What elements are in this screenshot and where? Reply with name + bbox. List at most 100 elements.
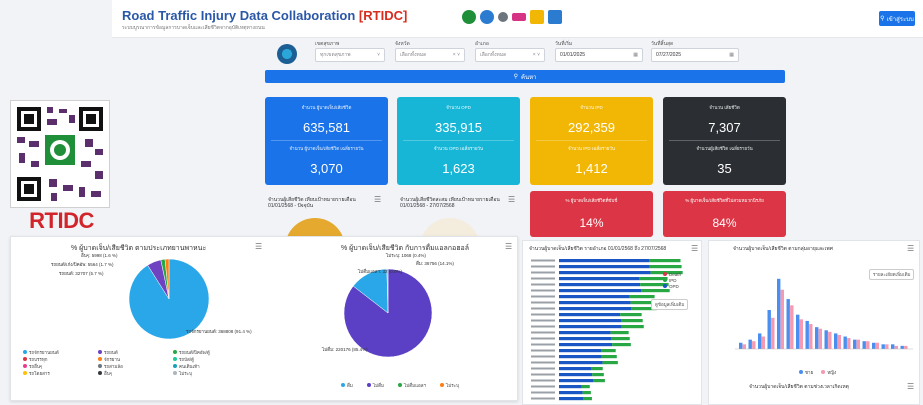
age-bar-male[interactable] (739, 342, 743, 349)
district-bar-ipd[interactable] (581, 385, 590, 389)
district-bar[interactable] (559, 367, 592, 371)
age-bar-male[interactable] (748, 339, 752, 349)
more-info-button[interactable]: ดูข้อมูลเพิ่มเติม (651, 299, 689, 310)
age-bar-male[interactable] (843, 336, 847, 349)
district-bar[interactable] (559, 343, 613, 347)
age-bar-male[interactable] (767, 310, 771, 349)
age-bar-male[interactable] (805, 320, 809, 349)
district-bar-ipd[interactable] (602, 361, 618, 365)
district-bar-ipd[interactable] (582, 391, 591, 395)
age-bar-female[interactable] (904, 345, 908, 349)
district-bar[interactable] (559, 325, 622, 329)
district-bar[interactable] (559, 355, 602, 359)
district-bar-ipd[interactable] (601, 355, 617, 359)
legend-item[interactable]: รถโดยสาร (23, 370, 98, 376)
menu-icon[interactable]: ☰ (508, 195, 515, 204)
district-bar[interactable] (559, 379, 593, 383)
age-bar-female[interactable] (742, 344, 746, 349)
district-bar-ipd[interactable] (591, 367, 603, 371)
age-bar-male[interactable] (786, 299, 790, 349)
district-bar-ipd[interactable] (612, 343, 631, 347)
district-bar[interactable] (559, 319, 621, 323)
age-bar-female[interactable] (837, 334, 841, 349)
district-bar-ipd[interactable] (593, 379, 605, 383)
district-bar-ipd[interactable] (621, 325, 644, 329)
age-bar-female[interactable] (847, 338, 851, 349)
district-bar[interactable] (559, 259, 649, 263)
menu-icon[interactable]: ☰ (255, 242, 262, 251)
district-bar-ipd[interactable] (620, 313, 642, 317)
district-bar-ipd[interactable] (629, 295, 655, 299)
legend-item[interactable]: ไม่ดื่ม (366, 382, 384, 388)
menu-icon[interactable]: ☰ (907, 244, 914, 253)
filter-end-date[interactable]: วันที่สิ้นสุด 07/27/2025 ▦ (651, 40, 739, 62)
age-bar-female[interactable] (752, 341, 756, 349)
legend-item[interactable]: ไม่ระบุ (440, 382, 459, 388)
district-bar[interactable] (559, 277, 640, 281)
district-bar[interactable] (559, 385, 582, 389)
district-bar[interactable] (559, 271, 651, 275)
age-bar-male[interactable] (881, 344, 885, 349)
age-bar-male[interactable] (900, 345, 904, 349)
age-bar-male[interactable] (758, 333, 762, 349)
district-bar[interactable] (559, 313, 621, 317)
qr-code[interactable] (10, 100, 110, 208)
legend-item[interactable]: ไม่ดื่มแอลฯ (398, 382, 426, 388)
legend-item[interactable]: ไม่ระบุ (173, 370, 263, 376)
district-bar[interactable] (559, 301, 631, 305)
district-bar-ipd[interactable] (583, 397, 592, 401)
legend-item[interactable]: จักรยาน (98, 356, 173, 362)
search-button[interactable]: ⚲ ค้นหา (265, 70, 785, 83)
age-bar-male[interactable] (777, 278, 781, 349)
district-bar-ipd[interactable] (641, 289, 670, 293)
district-bar-ipd[interactable] (649, 265, 682, 269)
age-bar-female[interactable] (885, 344, 889, 349)
age-bar-female[interactable] (780, 289, 784, 349)
filter-health-region[interactable]: เขตสุขภาพ ทุกเขตสุขภาพ ˅ (315, 40, 385, 62)
legend-item[interactable]: รถจักรยานยนต์ (23, 349, 98, 355)
age-bar-male[interactable] (815, 327, 819, 349)
age-bar-female[interactable] (894, 345, 898, 349)
legend-item[interactable]: อื่นๆ (98, 370, 173, 376)
district-bar[interactable] (559, 331, 611, 335)
district-bar-ipd[interactable] (601, 349, 616, 353)
district-bar[interactable] (559, 397, 584, 401)
age-bar-female[interactable] (771, 317, 775, 349)
age-bar-female[interactable] (875, 342, 879, 349)
age-bar-female[interactable] (818, 328, 822, 349)
age-bar-male[interactable] (891, 344, 895, 349)
district-bar-ipd[interactable] (611, 337, 630, 341)
district-bar[interactable] (559, 295, 630, 299)
district-bar[interactable] (559, 289, 641, 293)
age-bar-male[interactable] (834, 333, 838, 349)
age-bar-male[interactable] (824, 330, 828, 349)
district-bar-ipd[interactable] (649, 259, 681, 263)
legend-item[interactable]: รถยนต์ (98, 349, 173, 355)
legend-item[interactable]: รถยนต์/ปิคอัพ/ตู้ (173, 349, 263, 355)
legend-item[interactable]: คนเดินเท้า (173, 363, 263, 369)
age-bar-female[interactable] (866, 341, 870, 349)
age-bar-female[interactable] (809, 324, 813, 349)
age-bar-male[interactable] (796, 314, 800, 349)
menu-icon[interactable]: ☰ (907, 382, 914, 391)
legend-item[interactable]: รถบรรทุก (23, 356, 98, 362)
menu-icon[interactable]: ☰ (691, 244, 698, 253)
age-bar-male[interactable] (853, 339, 857, 349)
legend-item[interactable]: ดื่ม (341, 382, 353, 388)
district-bar[interactable] (559, 349, 601, 353)
age-bar-male[interactable] (862, 341, 866, 349)
age-bar-female[interactable] (790, 305, 794, 349)
district-bar[interactable] (559, 283, 641, 287)
menu-icon[interactable]: ☰ (505, 242, 512, 251)
filter-start-date[interactable]: วันที่เริ่ม 01/01/2025 ▦ (555, 40, 643, 62)
district-bar-ipd[interactable] (621, 319, 643, 323)
age-bar-female[interactable] (856, 339, 860, 349)
filter-district[interactable]: อำเภอ เลือกทั้งหมด × ˅ (475, 40, 545, 62)
age-bar-female[interactable] (799, 319, 803, 349)
district-bar[interactable] (559, 337, 612, 341)
legend-item[interactable]: รถบัส/ตู้ (173, 356, 263, 362)
age-bar-female[interactable] (761, 336, 765, 349)
district-bar[interactable] (559, 373, 593, 377)
age-bar-female[interactable] (828, 331, 832, 349)
login-button[interactable]: ⚲ เข้าสู่ระบบ (879, 11, 915, 26)
